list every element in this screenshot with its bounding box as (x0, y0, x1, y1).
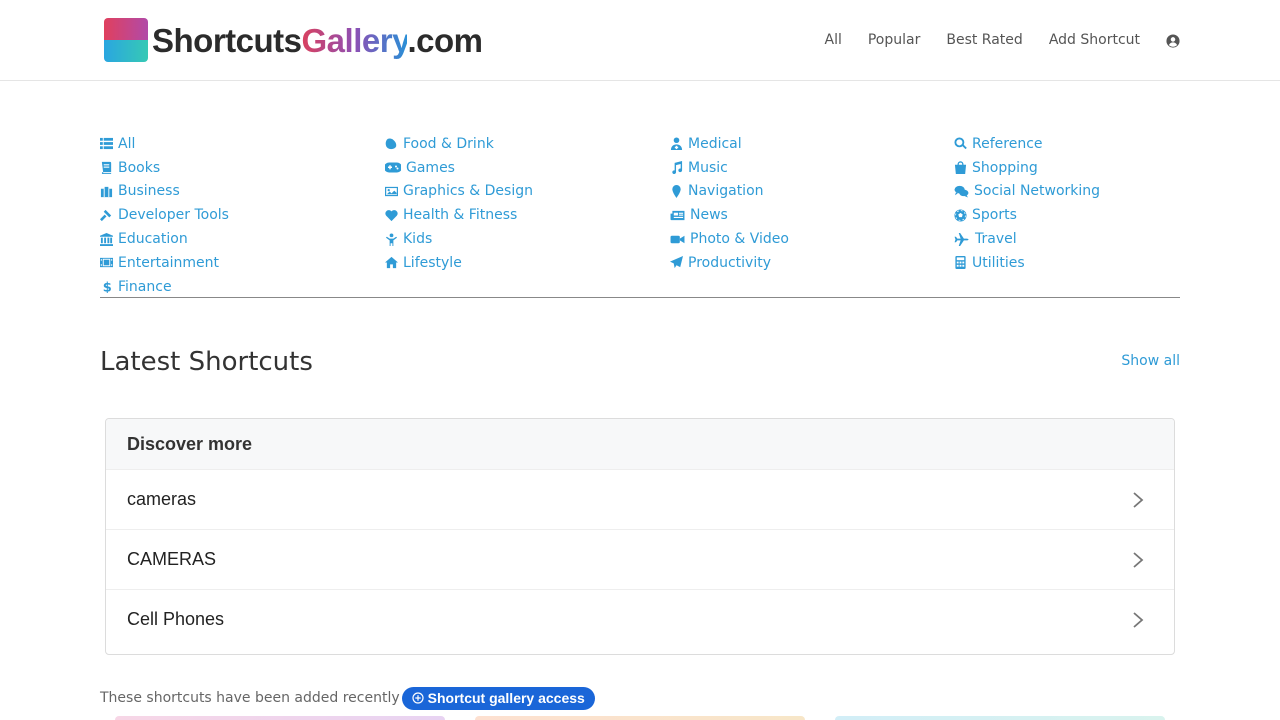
category-business[interactable]: Business (100, 180, 229, 204)
calculator-icon (954, 256, 967, 270)
logo-mark-icon (104, 18, 148, 62)
home-icon (385, 256, 398, 269)
category-utilities[interactable]: Utilities (954, 251, 1100, 275)
comments-icon (954, 185, 969, 198)
nav-add-shortcut[interactable]: Add Shortcut (1049, 32, 1140, 48)
doctor-icon (670, 137, 683, 151)
card-preview-2 (475, 716, 805, 720)
university-icon (100, 232, 113, 246)
category-games[interactable]: Games (385, 156, 533, 180)
category-music[interactable]: Music (670, 156, 789, 180)
music-icon (670, 161, 683, 175)
book-icon (100, 161, 113, 175)
dollar-icon: $ (100, 280, 113, 293)
hammer-icon (100, 209, 113, 222)
briefcase-icon (100, 185, 113, 198)
site-header: ShortcutsGallery.com All Popular Best Ra… (0, 0, 1280, 81)
category-grid: All Books Business Developer Tools Educa… (100, 132, 1180, 298)
category-all[interactable]: All (100, 132, 229, 156)
gamepad-icon (385, 161, 401, 174)
heart-icon (385, 209, 398, 222)
category-finance[interactable]: $ Finance (100, 275, 229, 299)
plane-icon (954, 232, 970, 246)
video-icon (670, 233, 685, 246)
discover-item-cell-phones[interactable]: Cell Phones (106, 589, 1174, 649)
category-entertainment[interactable]: Entertainment (100, 251, 229, 275)
category-food-drink[interactable]: Food & Drink (385, 132, 533, 156)
discover-item-cameras[interactable]: cameras (106, 469, 1174, 529)
shopping-bag-icon (954, 161, 967, 175)
category-column-3: Medical Music Navigation News Photo & Vi… (670, 132, 789, 275)
category-news[interactable]: News (670, 203, 789, 227)
shortcut-gallery-access-button[interactable]: Shortcut gallery access (401, 686, 595, 710)
main-nav: All Popular Best Rated Add Shortcut (799, 0, 1181, 80)
category-shopping[interactable]: Shopping (954, 156, 1100, 180)
show-all-link[interactable]: Show all (1121, 353, 1180, 369)
chevron-right-icon (1133, 551, 1144, 568)
film-icon (100, 256, 113, 269)
user-circle-icon[interactable] (1166, 33, 1180, 48)
search-icon (954, 137, 967, 150)
soccer-ball-icon (954, 209, 967, 222)
nav-all[interactable]: All (825, 32, 842, 48)
category-books[interactable]: Books (100, 156, 229, 180)
map-marker-icon (670, 184, 683, 198)
discover-more-panel: Discover more cameras CAMERAS Cell Phone… (105, 418, 1175, 655)
site-logo[interactable]: ShortcutsGallery.com (104, 17, 483, 63)
logo-text: ShortcutsGallery.com (152, 21, 483, 59)
category-reference[interactable]: Reference (954, 132, 1100, 156)
category-education[interactable]: Education (100, 227, 229, 251)
card-preview-3 (835, 716, 1165, 720)
newspaper-icon (670, 209, 685, 222)
category-column-2: Food & Drink Games Graphics & Design Hea… (385, 132, 533, 275)
category-health-fitness[interactable]: Health & Fitness (385, 203, 533, 227)
chevron-right-icon (1133, 611, 1144, 628)
category-graphics-design[interactable]: Graphics & Design (385, 180, 533, 204)
image-icon (385, 185, 398, 198)
list-icon (100, 137, 113, 150)
category-travel[interactable]: Travel (954, 227, 1100, 251)
paper-plane-icon (670, 256, 683, 269)
category-kids[interactable]: Kids (385, 227, 533, 251)
latest-shortcuts-heading: Latest Shortcuts (100, 347, 313, 377)
category-column-4: Reference Shopping Social Networking Spo… (954, 132, 1100, 275)
category-navigation[interactable]: Navigation (670, 180, 789, 204)
discover-item-cameras-upper[interactable]: CAMERAS (106, 529, 1174, 589)
card-preview-1 (115, 716, 445, 720)
category-productivity[interactable]: Productivity (670, 251, 789, 275)
category-lifestyle[interactable]: Lifestyle (385, 251, 533, 275)
category-column-1: All Books Business Developer Tools Educa… (100, 132, 229, 299)
recent-shortcuts-text: These shortcuts have been added recently (100, 690, 400, 706)
nav-popular[interactable]: Popular (868, 32, 921, 48)
recent-shortcuts-line: These shortcuts have been added recently… (100, 686, 595, 710)
category-sports[interactable]: Sports (954, 203, 1100, 227)
chevron-right-icon (1133, 491, 1144, 508)
category-medical[interactable]: Medical (670, 132, 789, 156)
child-icon (385, 233, 398, 246)
discover-more-heading: Discover more (106, 419, 1174, 469)
category-developer-tools[interactable]: Developer Tools (100, 203, 229, 227)
category-photo-video[interactable]: Photo & Video (670, 227, 789, 251)
svg-text:$: $ (103, 281, 112, 293)
nav-best-rated[interactable]: Best Rated (946, 32, 1022, 48)
plus-circle-icon (412, 692, 424, 704)
category-social-networking[interactable]: Social Networking (954, 180, 1100, 204)
lemon-icon (385, 137, 398, 150)
